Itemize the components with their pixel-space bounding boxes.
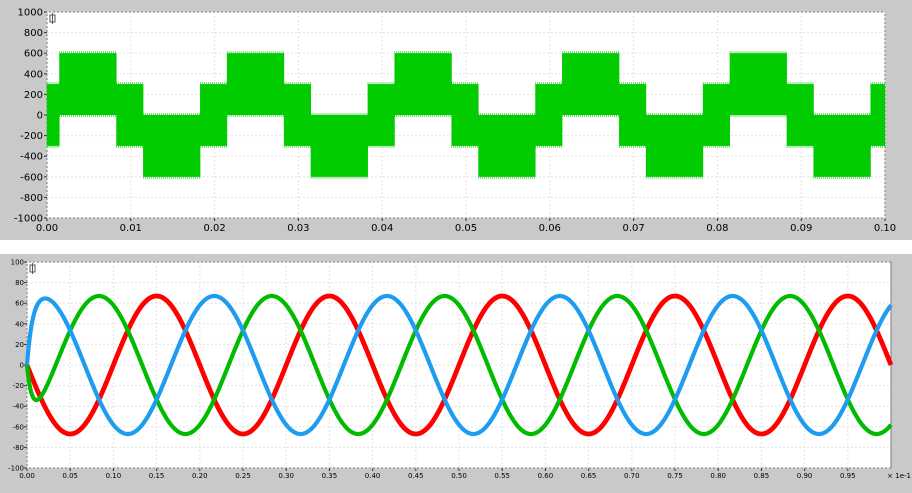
pwm-block — [646, 115, 704, 177]
x-tick-label: 0.07 — [622, 223, 644, 234]
x-tick-label: 0.10 — [106, 472, 122, 480]
x-tick-label: 0.80 — [710, 472, 726, 480]
x-tick-label: 0.90 — [797, 472, 813, 480]
pwm-block — [394, 53, 452, 115]
y-tick-label: -600 — [20, 172, 43, 183]
y-tick-label: 80 — [15, 279, 24, 287]
x-tick-label: 0.55 — [494, 472, 510, 480]
x-tick-label: 0.85 — [754, 472, 770, 480]
x-tick-label: 0.09 — [790, 223, 812, 234]
voltage-chart: 0.00 0.01 0.02 0.03 0.04 0.05 0.06 0.07 0.08 0.09… — [14, 8, 896, 235]
x-tick-label: 0.15 — [149, 472, 165, 480]
chart-panel-top: 0.00 0.01 0.02 0.03 0.04 0.05 0.06 0.07 0.08 0.09… — [0, 0, 912, 240]
x-tick-label: 0.45 — [408, 472, 424, 480]
x-tick-label: 0.10 — [874, 223, 896, 234]
pwm-block — [59, 53, 117, 115]
y-tick-label: 40 — [15, 320, 24, 328]
pwm-block — [310, 115, 368, 177]
y-tick-label: -40 — [13, 403, 24, 411]
y-tick-label: 400 — [24, 69, 43, 80]
x-tick-label: 0.40 — [365, 472, 381, 480]
x-tick-label: 0.30 — [278, 472, 294, 480]
x-tick-label: 0.05 — [62, 472, 78, 480]
x-tick-label: 0.25 — [235, 472, 251, 480]
y-tick-label: 0 — [20, 362, 24, 370]
x-tick-label: 0.00 — [19, 472, 35, 480]
y-tick-label: 0 — [37, 111, 43, 122]
x-tick-label: 0.20 — [192, 472, 208, 480]
y-tick-label: 100 — [11, 259, 24, 267]
pwm-block — [729, 53, 787, 115]
y-tick-label: 200 — [24, 90, 43, 101]
x-tick-label: 0.70 — [624, 472, 640, 480]
x-tick-label: 0.50 — [451, 472, 467, 480]
chart-panel-bottom: 0.00 0.05 0.10 0.15 0.20 0.25 0.30 0.35 0.40 0.45… — [0, 254, 912, 493]
x-multiplier-label: × 1e-1 — [887, 472, 911, 480]
y-tick-label: 60 — [15, 300, 24, 308]
y-tick-label: -200 — [20, 131, 43, 142]
x-tick-label: 0.00 — [36, 223, 58, 234]
y-tick-label: -400 — [20, 152, 43, 163]
y-tick-label: -800 — [20, 193, 43, 204]
x-tick-label: 0.75 — [667, 472, 683, 480]
x-tick-label: 0.02 — [203, 223, 225, 234]
y-tick-label: -20 — [13, 382, 24, 390]
x-tick-label: 0.65 — [581, 472, 597, 480]
y-tick-label: -1000 — [14, 214, 43, 225]
x-tick-label: 0.08 — [706, 223, 728, 234]
y-tick-label: -60 — [13, 423, 24, 431]
x-tick-label: 0.35 — [322, 472, 338, 480]
y-tick-label: 600 — [24, 49, 43, 60]
pwm-block — [143, 115, 201, 177]
x-tick-label: 0.06 — [539, 223, 561, 234]
pwm-block — [562, 53, 620, 115]
y-tick-label: -100 — [8, 465, 24, 473]
x-tick-label: 0.04 — [371, 223, 393, 234]
y-tick-label: 800 — [24, 28, 43, 39]
panel-separator — [0, 240, 912, 254]
x-tick-label: 0.60 — [538, 472, 554, 480]
pwm-block — [227, 53, 285, 115]
y-tick-label: -80 — [13, 444, 24, 452]
x-tick-label: 0.05 — [455, 223, 477, 234]
pwm-block — [813, 115, 871, 177]
y-tick-label: 20 — [15, 341, 24, 349]
x-tick-label: 0.95 — [840, 472, 856, 480]
y-tick-label: 1000 — [18, 8, 43, 19]
current-chart: 0.00 0.05 0.10 0.15 0.20 0.25 0.30 0.35 0.40 0.45… — [8, 259, 911, 481]
pwm-block — [478, 115, 536, 177]
x-tick-label: 0.01 — [120, 223, 142, 234]
x-tick-label: 0.03 — [287, 223, 309, 234]
